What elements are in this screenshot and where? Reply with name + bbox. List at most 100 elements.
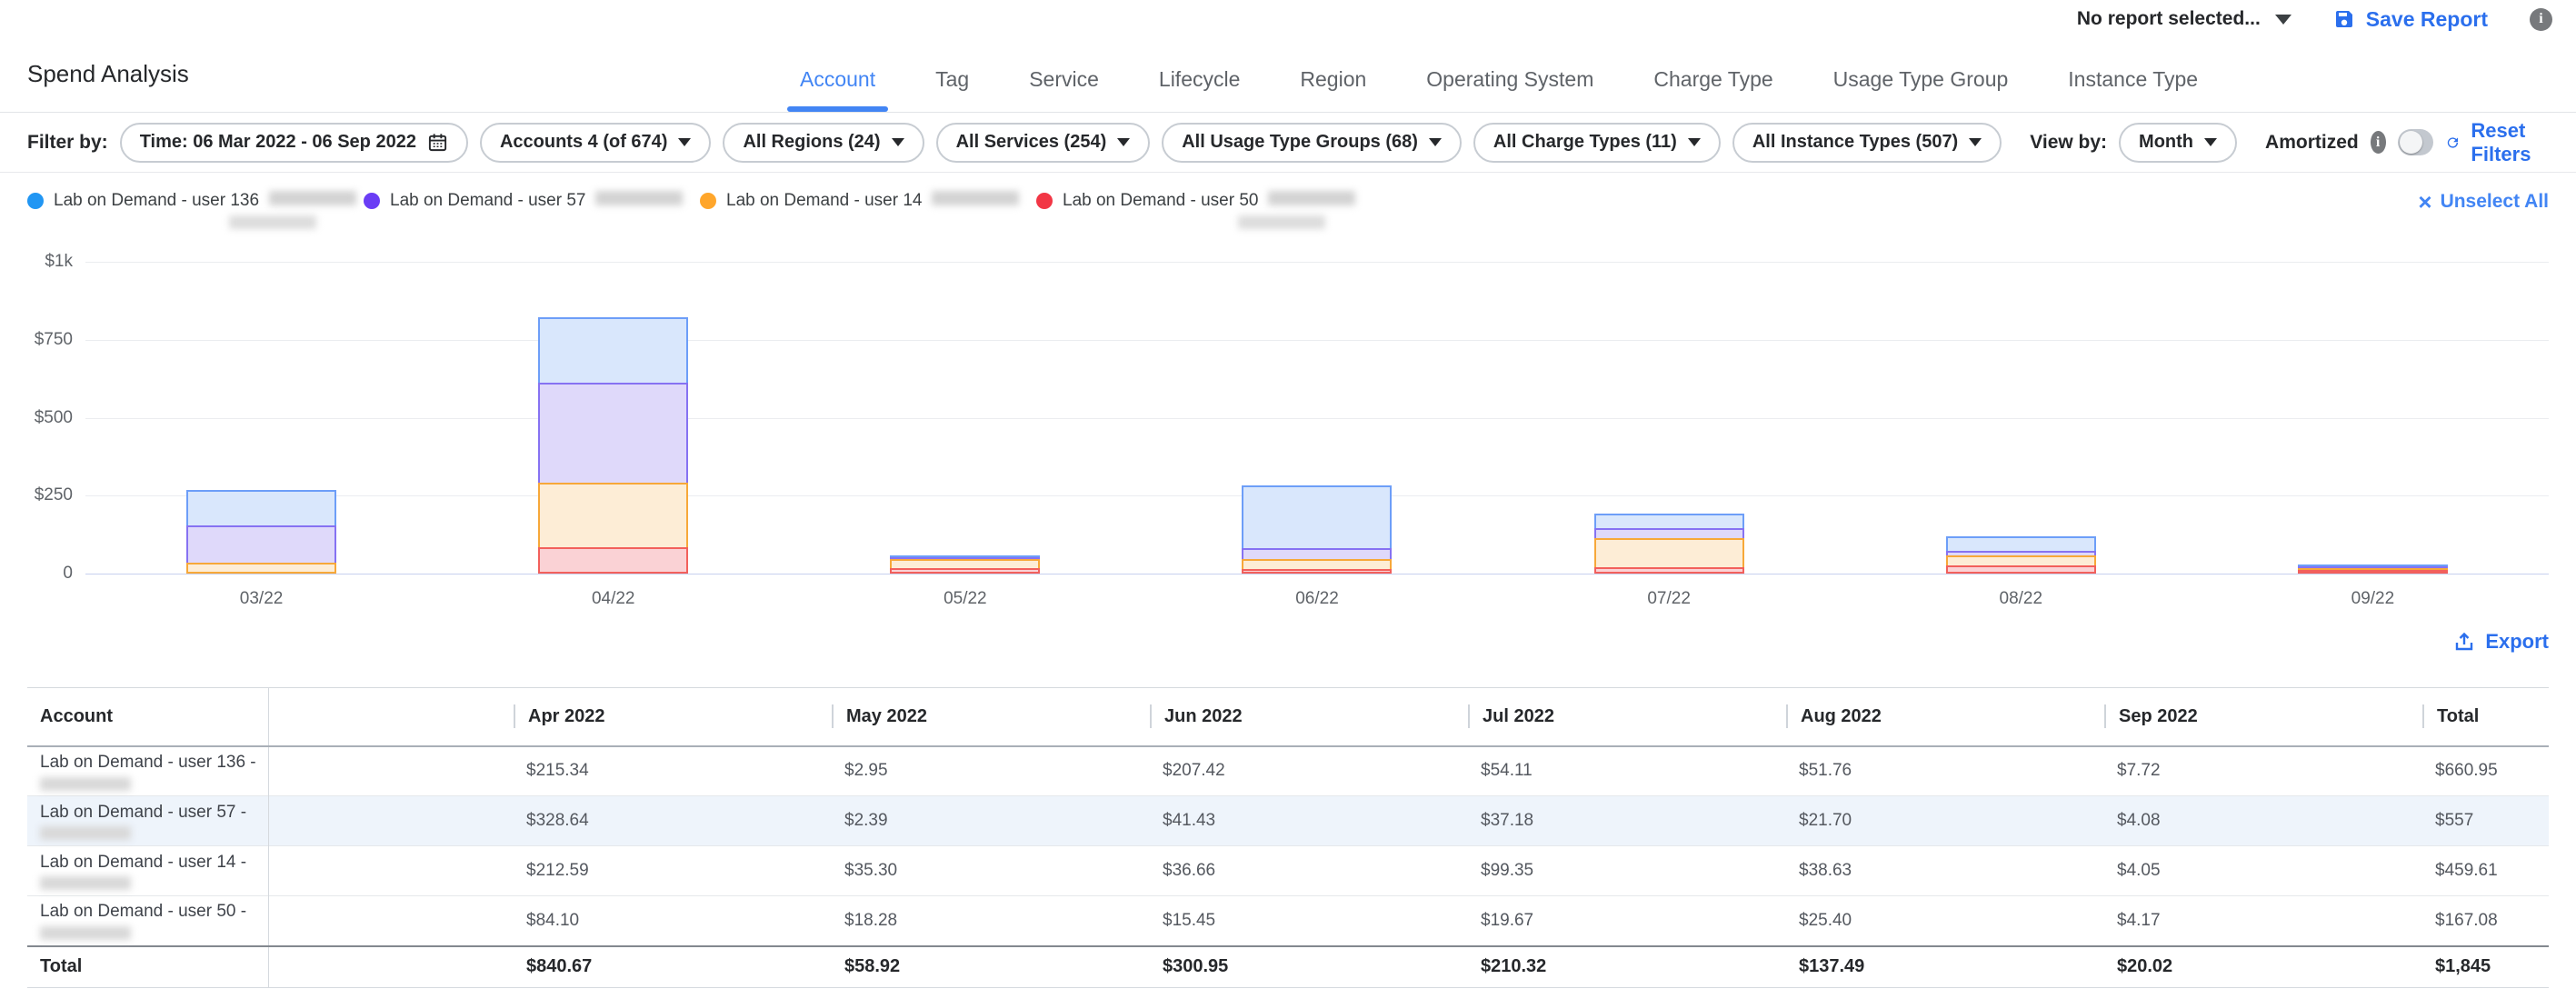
total-value-cell <box>268 946 514 988</box>
bar-segment-lab-on-demand-user-50[interactable] <box>1946 565 2096 574</box>
stacked-bar-09-22 <box>2298 564 2448 574</box>
save-report-button[interactable]: Save Report <box>2333 7 2488 32</box>
chevron-down-icon <box>2275 15 2291 25</box>
view-by-pill[interactable]: Month <box>2119 123 2237 163</box>
value-cell: $167.08 <box>2422 896 2549 946</box>
table-total-row: Total$840.67$58.92$300.95$210.32$137.49$… <box>27 946 2549 988</box>
bar-segment-lab-on-demand-user-57[interactable] <box>538 383 688 485</box>
amortized-toggle[interactable] <box>2398 129 2433 155</box>
bar-segment-lab-on-demand-user-14[interactable] <box>186 563 336 574</box>
save-report-label: Save Report <box>2366 7 2488 32</box>
reset-filters-button[interactable]: Reset Filters <box>2445 119 2549 166</box>
legend-item-label: Lab on Demand - user 50 <box>1063 191 1258 211</box>
column-header-label: Aug 2022 <box>1786 704 1882 728</box>
bar-segment-lab-on-demand-user-136[interactable] <box>538 317 688 385</box>
tab-service[interactable]: Service <box>1029 67 1099 112</box>
filter-pill-label: All Usage Type Groups (68) <box>1182 132 1418 153</box>
filter-pill-label: All Charge Types (11) <box>1493 132 1677 153</box>
info-icon[interactable]: i <box>2371 131 2386 154</box>
tab-account[interactable]: Account <box>800 67 875 112</box>
top-bar: No report selected... Save Report i <box>0 0 2576 38</box>
redacted-text <box>1268 191 1355 205</box>
column-header-jul-2022: Jul 2022 <box>1468 688 1786 746</box>
column-header-label: May 2022 <box>832 704 927 728</box>
chart-slot-03-22 <box>85 262 437 574</box>
bar-segment-lab-on-demand-user-14[interactable] <box>538 483 688 549</box>
total-value-cell: $210.32 <box>1468 946 1786 988</box>
tab-tag[interactable]: Tag <box>935 67 969 112</box>
stacked-bar-03-22 <box>186 490 336 574</box>
filter-pill-all-usage-type-groups-68[interactable]: All Usage Type Groups (68) <box>1162 123 1462 163</box>
unselect-all-button[interactable]: × Unselect All <box>2418 191 2549 213</box>
x-axis-label: 03/22 <box>85 589 437 609</box>
calendar-icon <box>427 132 448 153</box>
value-cell <box>268 846 514 896</box>
legend-item-lab-on-demand-user-14[interactable]: Lab on Demand - user 14 <box>700 191 1036 211</box>
filter-pill-label: All Instance Types (507) <box>1752 132 1958 153</box>
chevron-down-icon <box>1688 138 1701 146</box>
value-cell: $207.42 <box>1150 746 1468 796</box>
tab-operating-system[interactable]: Operating System <box>1426 67 1593 112</box>
y-axis-tick-label: $750 <box>27 330 73 350</box>
bar-segment-lab-on-demand-user-50[interactable] <box>1594 567 1744 574</box>
close-icon: × <box>2418 193 2431 211</box>
redacted-text <box>40 826 131 840</box>
tab-instance-type[interactable]: Instance Type <box>2068 67 2198 112</box>
export-icon <box>2453 631 2475 653</box>
chart-x-axis: 03/2204/2205/2206/2207/2208/2209/22 <box>85 589 2549 609</box>
chevron-down-icon <box>678 138 691 146</box>
table-toolbar: Export <box>27 618 2549 665</box>
table-row: Lab on Demand - user 136 -$215.34$2.95$2… <box>27 746 2549 796</box>
filter-pill-label: Accounts 4 (of 674) <box>500 132 667 153</box>
value-cell: $4.08 <box>2104 796 2422 846</box>
chart-slot-09-22 <box>2197 262 2549 574</box>
filter-pill-all-instance-types-507[interactable]: All Instance Types (507) <box>1732 123 2002 163</box>
filter-pill-all-regions-24[interactable]: All Regions (24) <box>723 123 924 163</box>
y-axis-tick-label: 0 <box>27 564 73 584</box>
filter-pill-all-charge-types-11[interactable]: All Charge Types (11) <box>1473 123 1721 163</box>
value-cell: $212.59 <box>514 846 832 896</box>
tab-usage-type-group[interactable]: Usage Type Group <box>1833 67 2009 112</box>
value-cell <box>268 746 514 796</box>
legend-item-lab-on-demand-user-50[interactable]: Lab on Demand - user 50 <box>1036 191 1373 211</box>
value-cell: $2.39 <box>832 796 1150 846</box>
value-cell: $2.95 <box>832 746 1150 796</box>
account-name: Lab on Demand - user 50 - <box>40 901 268 923</box>
bar-segment-lab-on-demand-user-136[interactable] <box>1242 485 1392 550</box>
x-axis-label: 05/22 <box>789 589 1141 609</box>
filter-pill-accounts-4-of-674[interactable]: Accounts 4 (of 674) <box>480 123 711 163</box>
report-selector-dropdown[interactable]: No report selected... <box>2077 8 2291 30</box>
bar-segment-lab-on-demand-user-14[interactable] <box>1594 538 1744 569</box>
value-cell: $54.11 <box>1468 746 1786 796</box>
info-icon[interactable]: i <box>2530 8 2552 31</box>
tab-region[interactable]: Region <box>1300 67 1366 112</box>
bar-segment-lab-on-demand-user-50[interactable] <box>890 568 1040 574</box>
legend-item-lab-on-demand-user-136[interactable]: Lab on Demand - user 136 <box>27 191 364 211</box>
redacted-text <box>595 191 683 205</box>
legend-item-lab-on-demand-user-57[interactable]: Lab on Demand - user 57 <box>364 191 700 211</box>
value-cell: $328.64 <box>514 796 832 846</box>
value-cell: $99.35 <box>1468 846 1786 896</box>
filter-pill-all-services-254[interactable]: All Services (254) <box>936 123 1151 163</box>
total-label-cell: Total <box>27 946 268 988</box>
account-cell: Lab on Demand - user 50 - <box>27 896 268 946</box>
view-by-label: View by: <box>2030 132 2107 154</box>
time-filter-pill[interactable]: Time: 06 Mar 2022 - 06 Sep 2022 <box>120 123 468 163</box>
tab-charge-type[interactable]: Charge Type <box>1653 67 1772 112</box>
tab-lifecycle[interactable]: Lifecycle <box>1159 67 1240 112</box>
redacted-text <box>269 191 356 205</box>
export-button[interactable]: Export <box>2453 630 2549 654</box>
y-axis-tick-label: $500 <box>27 408 73 428</box>
chart-slot-07-22 <box>1493 262 1845 574</box>
account-name: Lab on Demand - user 57 - <box>40 802 268 824</box>
x-axis-label: 06/22 <box>1141 589 1493 609</box>
stacked-bar-05-22 <box>890 555 1040 574</box>
bar-segment-lab-on-demand-user-50[interactable] <box>1242 569 1392 574</box>
value-cell: $4.05 <box>2104 846 2422 896</box>
bar-segment-lab-on-demand-user-50[interactable] <box>538 547 688 574</box>
filter-bar: Filter by: Time: 06 Mar 2022 - 06 Sep 20… <box>0 113 2576 173</box>
bar-segment-lab-on-demand-user-50[interactable] <box>2298 570 2448 574</box>
view-by-value: Month <box>2139 132 2193 153</box>
bar-segment-lab-on-demand-user-136[interactable] <box>186 490 336 527</box>
bar-segment-lab-on-demand-user-57[interactable] <box>186 525 336 564</box>
